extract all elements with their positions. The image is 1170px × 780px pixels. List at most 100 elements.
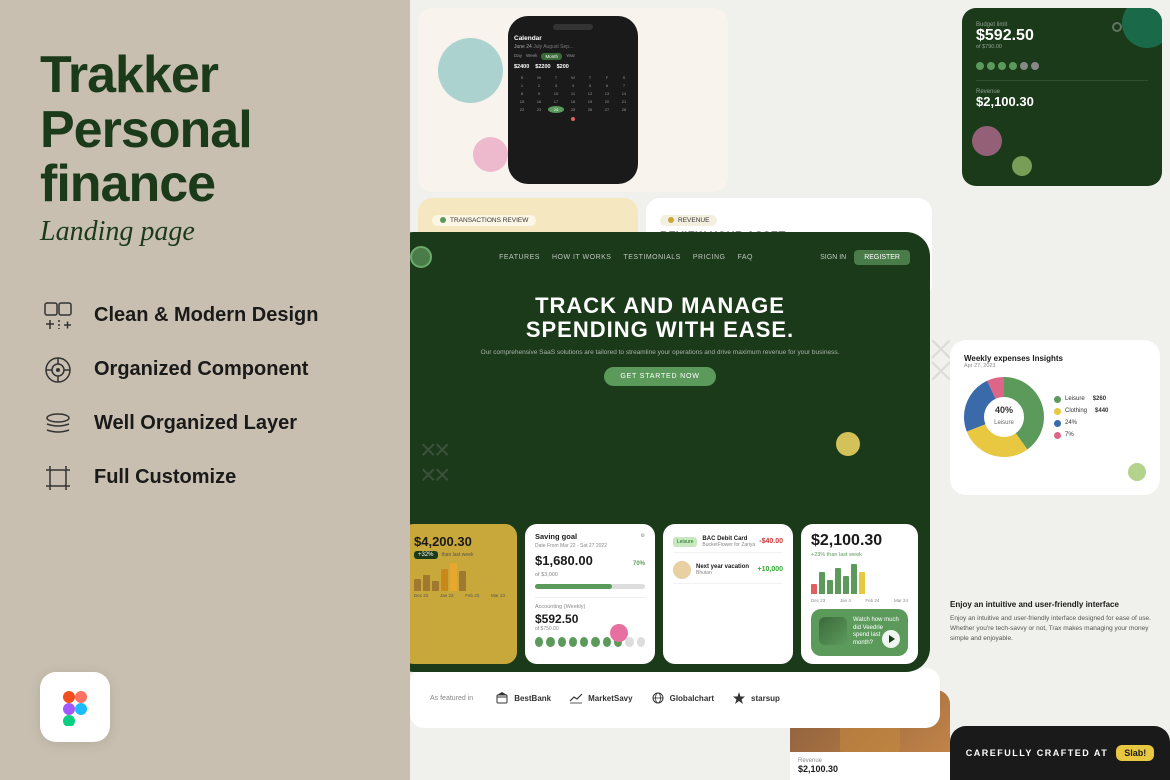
dashboard-widgets: $4,200.30 +32% than last week Dec 22 Jan: [410, 524, 930, 672]
large-amount-widget: $2,100.30 +23% than last week Dec 23: [801, 524, 918, 664]
revenue-badge-label: REVENUE: [678, 217, 709, 224]
tab-day[interactable]: Day: [514, 53, 522, 60]
right-panel: Calendar June 24 July August Sep... Day …: [410, 0, 1170, 780]
saving-header: Saving goal ⚙: [535, 532, 645, 541]
accounting-target: of $750.00: [535, 626, 645, 632]
phone-frame-calendar: Calendar June 24 July August Sep... Day …: [508, 16, 638, 184]
trans-item-left-1: Leisure BAC Debit Card BucketFlower for …: [673, 536, 755, 548]
app-title: Trakker Personal finance: [40, 48, 370, 212]
left-panel: Trakker Personal finance Landing page Cl…: [0, 0, 410, 780]
tab-year[interactable]: Year: [566, 53, 575, 60]
transaction-item-1: Leisure BAC Debit Card BucketFlower for …: [673, 532, 783, 553]
nav-signin[interactable]: SIGN IN: [820, 254, 846, 261]
nav-links: FEATURES HOW IT WORKS TESTIMONIALS PRICI…: [452, 254, 800, 261]
figma-icon: [56, 688, 94, 726]
saving-amount: $1,680.00: [535, 553, 593, 568]
saving-progress-bar-bg: [535, 584, 645, 589]
chart-x-labels: Dec 23 Jan 4 Feb 24 Mar 24: [811, 598, 908, 603]
legend-item-2: Clothing $440: [1054, 408, 1108, 415]
progress-dot-2: [546, 637, 554, 647]
feature-label-customize: Full Customize: [94, 466, 236, 489]
calendar-date: June 24 July August Sep...: [514, 44, 632, 50]
trans-badge-label: TRANSACTIONS REVIEW: [450, 217, 528, 224]
trans-sub-1: BucketFlower for Zariya: [702, 542, 755, 548]
pink-dot-deco: [610, 624, 628, 642]
nav-how[interactable]: HOW IT WORKS: [552, 254, 612, 261]
avatar-img: [673, 561, 691, 579]
feature-label-component: Organized Component: [94, 358, 308, 381]
balance-growth-label: than last week: [442, 552, 474, 558]
nav-register[interactable]: REGISTER: [854, 250, 910, 265]
transactions-badge: TRANSACTIONS REVIEW: [432, 215, 536, 226]
revenue-divider-section: Revenue $2,100.30: [976, 80, 1148, 108]
svg-text:Leisure: Leisure: [994, 420, 1014, 426]
brand-marketsavy: MarketSavy: [569, 691, 632, 705]
app-logo: [410, 246, 432, 268]
revenue-overlay: Revenue $2,100.30: [790, 752, 950, 780]
budget-sub: of $790.00: [976, 44, 1034, 50]
lbar5: [843, 576, 849, 594]
nav-features[interactable]: FEATURES: [499, 254, 540, 261]
slab-logo: Slab!: [1116, 745, 1154, 761]
tab-week[interactable]: Week: [526, 53, 537, 60]
hero-cta-button[interactable]: GET STARTED NOW: [604, 367, 715, 386]
description-section: Enjoy an intuitive and user-friendly int…: [950, 600, 1160, 643]
play-icon: [889, 635, 895, 643]
title-block: Trakker Personal finance Landing page: [40, 48, 370, 248]
desc-body: Enjoy an intuitive and user-friendly int…: [950, 614, 1160, 643]
progress-dot-6: [591, 637, 599, 647]
tab-month[interactable]: Month: [541, 53, 562, 60]
trans-avatar-2: [673, 561, 691, 579]
budget-progress-dots: [976, 62, 1148, 70]
brand-bestbank: BestBank: [495, 691, 551, 705]
trans-sub-2: Bhutan: [696, 570, 749, 576]
progress-dot-1: [535, 637, 543, 647]
calendar-tabs: Day Week Month Year: [514, 53, 632, 60]
budget-info: Budget limit $592.50 of $790.00: [976, 22, 1034, 50]
nav-testimonials[interactable]: TESTIMONIALS: [623, 254, 680, 261]
crafted-badge: CAREFULLY CRAFTED AT Slab!: [950, 726, 1170, 780]
marketsavy-icon: [569, 691, 583, 705]
accounting-section: Accounting (Weekly) $592.50 of $750.00: [535, 597, 645, 647]
large-bar-chart: [811, 564, 908, 594]
revenue-badge: REVENUE: [660, 215, 717, 226]
brands-label: As featured in: [430, 695, 473, 702]
trans-amount-1: -$40.00: [759, 538, 783, 545]
calendar-grid: SMTWTFS 1234567 891011121314 15161718192…: [514, 74, 632, 113]
nav-faq[interactable]: FAQ: [738, 254, 754, 261]
calendar-dot-row: [514, 116, 632, 122]
trans-info-2: Next year vacation Bhutan: [696, 564, 749, 576]
accounting-amount: $592.50: [535, 612, 645, 626]
legend-label-1: Leisure: [1065, 396, 1085, 402]
lbar7: [859, 572, 865, 594]
progress-dot-7: [603, 637, 611, 647]
transaction-item-2: Next year vacation Bhutan +10,000: [673, 557, 783, 584]
saving-progress-bar-fill: [535, 584, 612, 589]
play-button[interactable]: [882, 630, 900, 648]
trans-info-1: BAC Debit Card BucketFlower for Zariya: [702, 536, 755, 548]
lbar2: [819, 572, 825, 594]
title-line2: Personal finance: [40, 101, 252, 214]
brush-icon: [40, 298, 76, 334]
balance-amount: $4,200.30: [414, 534, 505, 549]
bar-labels: Dec 22 Jan 23 Feb 23 Mar 23: [414, 593, 505, 598]
page-subtitle: Landing page: [40, 216, 370, 248]
cal-dot: [571, 117, 575, 121]
legend-label-3: 24%: [1065, 420, 1077, 426]
calendar-title: Calendar: [514, 35, 632, 42]
crafted-text: CAREFULLY CRAFTED AT: [966, 748, 1109, 758]
balance-growth-badge: +32%: [414, 551, 438, 559]
decor-pink-circle: [473, 137, 508, 172]
nav-pricing[interactable]: PRICING: [693, 254, 726, 261]
figma-badge: [40, 672, 110, 742]
saving-sub: Date From Mar 22 - Sat 27 2022: [535, 543, 645, 549]
feature-organized-component: Organized Component: [40, 352, 370, 388]
brand-globalchart: Globalchart: [651, 691, 714, 705]
transactions-widget: Leisure BAC Debit Card BucketFlower for …: [663, 524, 793, 664]
legend-amount-2: $440: [1095, 408, 1108, 414]
svg-text:40%: 40%: [995, 405, 1013, 415]
hero-section: TRACK AND MANAGE SPENDING WITH EASE. Our…: [410, 282, 930, 396]
deco-dark-circle2: [972, 126, 1002, 156]
weekly-deco-circle: [1128, 463, 1146, 481]
crop-icon: [40, 460, 76, 496]
